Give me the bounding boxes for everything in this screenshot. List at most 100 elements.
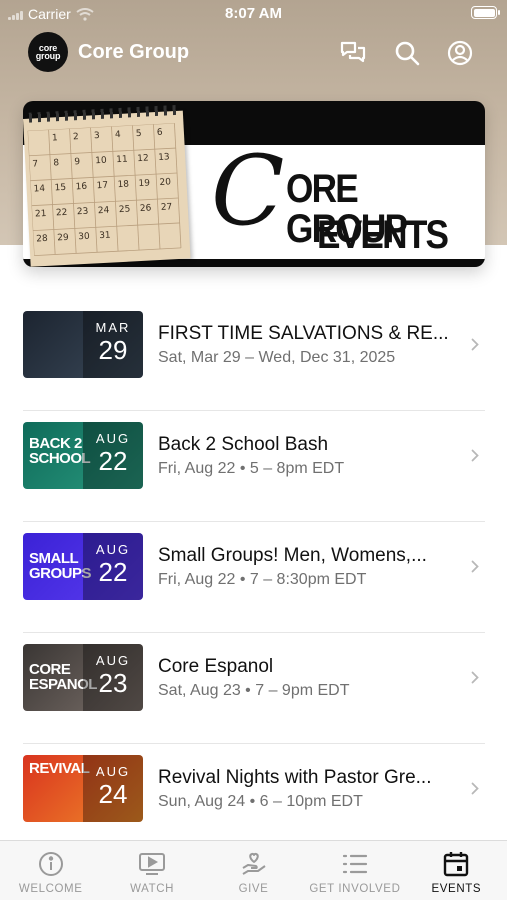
event-title: Back 2 School Bash xyxy=(158,434,329,455)
calendar-day-number: 16 xyxy=(75,182,87,193)
calendar-day-number: 26 xyxy=(140,203,152,214)
event-title: FIRST TIME SALVATIONS & RE... xyxy=(158,323,449,344)
event-datetime: Sat, Aug 23 • 7 – 9pm EDT xyxy=(158,682,350,699)
tab-label: GET INVOLVED xyxy=(309,883,401,895)
event-date-badge: MAR 29 xyxy=(83,311,143,378)
app-logo[interactable]: core group xyxy=(28,32,68,72)
app-title: Core Group xyxy=(78,41,190,63)
chevron-right-icon xyxy=(471,560,479,573)
chevron-right-icon xyxy=(471,671,479,684)
calendar-day-number: 6 xyxy=(157,128,164,138)
account-icon[interactable] xyxy=(447,40,473,66)
calendar-day-number: 15 xyxy=(54,183,66,194)
event-row[interactable]: REVIVAL AUG 24 Revival Nights with Pastor G… xyxy=(0,744,507,855)
event-datetime: Fri, Aug 22 • 5 – 8pm EDT xyxy=(158,460,345,477)
calendar-illustration: 1 2 3 4 5 6 7 8 9 10 11 12 13 14 15 16 17 18 19 20 21 22 23 24 2… xyxy=(23,104,191,267)
app-header: core group Core Group xyxy=(0,32,507,74)
event-row[interactable]: CORE ESPANOL AUG 23 Core Espanol Sat, Aug 23… xyxy=(0,633,507,744)
calendar-day-number: 12 xyxy=(137,153,149,164)
calendar-day-number: 2 xyxy=(73,132,79,142)
status-bar: Carrier 8:07 AM xyxy=(0,0,507,28)
calendar-day-number: 1 xyxy=(52,133,58,143)
calendar-day-number: 13 xyxy=(158,152,170,163)
calendar-day-number: 14 xyxy=(33,184,45,195)
tab-label: EVENTS xyxy=(431,883,482,895)
search-icon[interactable] xyxy=(394,40,420,66)
calendar-day-number: 20 xyxy=(159,177,171,188)
calendar-day-number: 23 xyxy=(77,207,89,218)
event-month: AUG xyxy=(95,431,131,446)
give-icon xyxy=(242,852,266,875)
tab-events[interactable]: EVENTS xyxy=(406,841,507,900)
event-thumbnail: REVIVAL AUG 24 xyxy=(23,755,143,822)
tab-give[interactable]: GIVE xyxy=(203,841,304,900)
calendar-day-number: 9 xyxy=(74,157,81,167)
banner-title-line-2: EVENTS xyxy=(317,213,449,257)
calendar-day-number: 18 xyxy=(117,180,129,191)
chevron-right-icon xyxy=(471,449,479,462)
calendar-day-number: 4 xyxy=(115,130,122,140)
events-list: MAR 29 FIRST TIME SALVATIONS & RE... Sat, M… xyxy=(0,300,507,855)
event-thumbnail: CORE ESPANOL AUG 23 xyxy=(23,644,143,711)
event-thumbnail: BACK 2 SCHOOL AUG 22 xyxy=(23,422,143,489)
event-thumbnail: SMALL GROUPS AUG 22 xyxy=(23,533,143,600)
calendar-icon xyxy=(444,852,469,877)
list-icon xyxy=(342,854,368,874)
event-day: 29 xyxy=(98,335,128,365)
event-datetime: Sun, Aug 24 • 6 – 10pm EDT xyxy=(158,793,363,810)
event-date-badge: AUG 24 xyxy=(83,755,143,822)
event-title: Revival Nights with Pastor Gre... xyxy=(158,767,432,788)
event-month: MAR xyxy=(95,320,131,335)
banner-script-letter: C xyxy=(211,135,285,247)
calendar-day-number: 5 xyxy=(136,129,142,139)
chevron-right-icon xyxy=(471,782,479,795)
event-row[interactable]: BACK 2 SCHOOL AUG 22 Back 2 School Bash Fri,… xyxy=(0,411,507,522)
calendar-day-number: 31 xyxy=(99,231,111,242)
play-icon xyxy=(139,853,166,875)
info-icon xyxy=(38,852,63,876)
tab-label: GIVE xyxy=(238,883,269,895)
event-month: AUG xyxy=(95,764,131,779)
event-date-badge: AUG 22 xyxy=(83,533,143,600)
event-day: 22 xyxy=(98,446,128,476)
tab-bar: WELCOME WATCH GIVE GET INVOLVED EVENTS xyxy=(0,840,507,900)
calendar-day-number: 17 xyxy=(96,181,108,192)
calendar-day-number: 3 xyxy=(94,131,100,141)
calendar-day-number: 24 xyxy=(98,206,110,217)
tab-welcome[interactable]: WELCOME xyxy=(0,841,101,900)
tab-get-involved[interactable]: GET INVOLVED xyxy=(304,841,405,900)
events-banner: 1 2 3 4 5 6 7 8 9 10 11 12 13 14 15 16 17 18 19 20 21 22 23 24 2… xyxy=(23,101,485,267)
chevron-right-icon xyxy=(471,338,479,351)
calendar-day-number: 7 xyxy=(32,159,38,169)
event-datetime: Fri, Aug 22 • 7 – 8:30pm EDT xyxy=(158,571,367,588)
calendar-day-number: 30 xyxy=(78,232,90,243)
event-thumbnail: MAR 29 xyxy=(23,311,143,378)
event-title: Small Groups! Men, Womens,... xyxy=(158,545,427,566)
calendar-day-number: 11 xyxy=(116,155,128,166)
event-row[interactable]: SMALL GROUPS AUG 22 Small Groups! Men, Wome… xyxy=(0,522,507,633)
tab-label: WELCOME xyxy=(18,883,83,895)
tab-watch[interactable]: WATCH xyxy=(101,841,202,900)
event-date-badge: AUG 22 xyxy=(83,422,143,489)
event-title: Core Espanol xyxy=(158,656,274,677)
calendar-day-number: 19 xyxy=(138,178,150,189)
event-day: 22 xyxy=(98,557,128,587)
chat-icon[interactable] xyxy=(340,40,366,66)
event-day: 23 xyxy=(98,668,128,698)
calendar-day-number: 28 xyxy=(36,234,48,245)
event-date-badge: AUG 23 xyxy=(83,644,143,711)
calendar-day-number: 8 xyxy=(53,158,60,168)
calendar-day-number: 29 xyxy=(57,233,69,244)
calendar-day-number: 25 xyxy=(119,205,131,216)
status-time: 8:07 AM xyxy=(225,5,282,22)
tab-label: WATCH xyxy=(130,883,175,895)
calendar-day-number: 10 xyxy=(95,156,107,167)
event-day: 24 xyxy=(98,779,128,809)
calendar-day-number: 21 xyxy=(35,209,47,220)
event-row[interactable]: MAR 29 FIRST TIME SALVATIONS & RE... Sat, M… xyxy=(0,300,507,411)
battery-icon xyxy=(471,6,500,19)
event-month: AUG xyxy=(95,653,131,668)
event-datetime: Sat, Mar 29 – Wed, Dec 31, 2025 xyxy=(158,349,396,366)
calendar-day-number: 22 xyxy=(56,208,68,219)
logo-line-2: group xyxy=(35,51,61,61)
